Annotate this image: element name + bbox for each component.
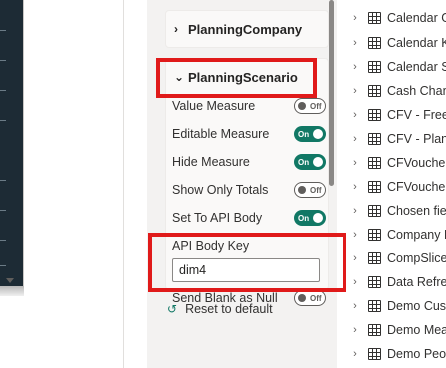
toggle-value-measure[interactable]: Off	[294, 98, 326, 114]
format-pane-scrollbar[interactable]	[329, 0, 334, 186]
format-pane: › PlanningCompany ⌄ PlanningScenario Val…	[147, 0, 337, 368]
table-icon	[368, 61, 381, 73]
field-table-name: Cash Chang	[387, 84, 446, 98]
chevron-right-icon: ›	[353, 300, 357, 312]
table-icon	[368, 276, 381, 288]
toggle-hide-measure[interactable]: On	[294, 154, 326, 170]
field-table-name: Demo Peop	[387, 347, 446, 361]
field-table-item[interactable]: › Calendar Sa	[346, 55, 446, 79]
field-table-name: Calendar Sa	[387, 60, 446, 74]
visual-shadow	[0, 286, 24, 296]
field-table-name: Data Refresl	[387, 275, 446, 289]
field-table-name: Chosen field	[387, 204, 446, 218]
reset-label: Reset to default	[185, 302, 273, 316]
section-header[interactable]: › PlanningCompany	[166, 11, 328, 47]
table-icon	[368, 157, 381, 169]
chevron-right-icon: ›	[353, 205, 357, 217]
chevron-down-icon: ⌄	[174, 70, 185, 84]
api-body-key-label: API Body Key	[172, 239, 250, 253]
report-canvas	[0, 0, 124, 368]
field-table-item[interactable]: › Data Refresl	[346, 270, 446, 294]
property-label: Value Measure	[172, 99, 256, 113]
field-table-item[interactable]: › Calendar KP	[346, 31, 446, 55]
chevron-right-icon: ›	[353, 85, 357, 97]
chevron-right-icon: ›	[353, 252, 357, 264]
scroll-down-arrow-icon[interactable]	[6, 278, 14, 283]
field-table-name: Company D	[387, 228, 446, 242]
chevron-right-icon: ›	[353, 229, 357, 241]
table-icon	[368, 133, 381, 145]
data-field-list: › Calendar Ge › Calendar KP › Calendar S…	[346, 0, 446, 368]
property-label: Set To API Body	[172, 211, 263, 225]
api-body-key-input[interactable]	[172, 258, 320, 282]
field-table-name: CFVoucherC	[387, 180, 446, 194]
field-table-name: Calendar KP	[387, 36, 446, 50]
section-header[interactable]: ⌄ PlanningScenario	[166, 59, 328, 95]
chevron-right-icon: ›	[353, 324, 357, 336]
chevron-right-icon: ›	[353, 348, 357, 360]
table-icon	[368, 300, 381, 312]
section-title: PlanningScenario	[188, 69, 298, 85]
property-set-to-api-body: Set To API Body On	[172, 207, 326, 229]
field-table-item[interactable]: › Company D	[346, 223, 446, 247]
section-planningcompany[interactable]: › PlanningCompany	[165, 10, 329, 48]
property-label: Editable Measure	[172, 127, 270, 141]
table-icon	[368, 348, 381, 360]
section-title: PlanningCompany	[188, 21, 303, 37]
reset-icon: ↺	[167, 302, 178, 316]
chevron-right-icon: ›	[353, 133, 357, 145]
property-label: Hide Measure	[172, 155, 250, 169]
property-show-only-totals: Show Only Totals Off	[172, 179, 326, 201]
field-table-name: Demo Meas	[387, 323, 446, 337]
toggle-editable-measure[interactable]: On	[294, 126, 326, 142]
field-table-name: CFVoucher c	[387, 156, 446, 170]
field-table-item[interactable]: › CFVoucherC	[346, 175, 446, 199]
field-table-item[interactable]: › Demo Peop	[346, 342, 446, 366]
field-table-name: CompSlicer	[387, 251, 446, 265]
property-hide-measure: Hide Measure On	[172, 151, 326, 173]
field-table-item[interactable]: › CFV - Plann	[346, 127, 446, 151]
toggle-send-blank-as-null[interactable]: Off	[294, 290, 326, 306]
chevron-right-icon: ›	[353, 12, 357, 24]
field-table-item[interactable]: › Cash Chang	[346, 79, 446, 103]
table-icon	[368, 12, 381, 24]
field-table-item[interactable]: › CFVoucher c	[346, 151, 446, 175]
table-icon	[368, 37, 381, 49]
field-table-name: Calendar Ge	[387, 11, 446, 25]
property-value-measure: Value Measure Off	[172, 95, 326, 117]
table-icon	[368, 181, 381, 193]
reset-to-default-button[interactable]: ↺ Reset to default	[167, 302, 273, 316]
field-table-item[interactable]: › Demo Custo	[346, 294, 446, 318]
table-icon	[368, 109, 381, 121]
chevron-right-icon: ›	[353, 61, 357, 73]
table-icon	[368, 229, 381, 241]
chevron-right-icon: ›	[353, 37, 357, 49]
property-label: Show Only Totals	[172, 183, 269, 197]
table-icon	[368, 205, 381, 217]
toggle-show-only-totals[interactable]: Off	[294, 182, 326, 198]
chevron-right-icon: ›	[353, 109, 357, 121]
field-table-name: Demo Custo	[387, 299, 446, 313]
field-table-item[interactable]: › Demo Meas	[346, 318, 446, 342]
field-table-item[interactable]: › Calendar Ge	[346, 6, 446, 30]
chevron-right-icon: ›	[353, 276, 357, 288]
chevron-right-icon: ›	[353, 157, 357, 169]
table-icon	[368, 324, 381, 336]
chevron-right-icon: ›	[174, 22, 178, 36]
table-icon	[368, 252, 381, 264]
field-table-item[interactable]: › CompSlicer	[346, 246, 446, 270]
field-table-item[interactable]: › CFV - Free c	[346, 103, 446, 127]
section-planningscenario: ⌄ PlanningScenario Value Measure Off Edi…	[165, 58, 329, 306]
visual-scrollbar[interactable]	[0, 0, 24, 286]
table-icon	[368, 85, 381, 97]
toggle-set-to-api-body[interactable]: On	[294, 210, 326, 226]
chevron-right-icon: ›	[353, 181, 357, 193]
field-table-item[interactable]: › Chosen field	[346, 199, 446, 223]
field-table-name: CFV - Plann	[387, 132, 446, 146]
property-editable-measure: Editable Measure On	[172, 123, 326, 145]
field-table-name: CFV - Free c	[387, 108, 446, 122]
